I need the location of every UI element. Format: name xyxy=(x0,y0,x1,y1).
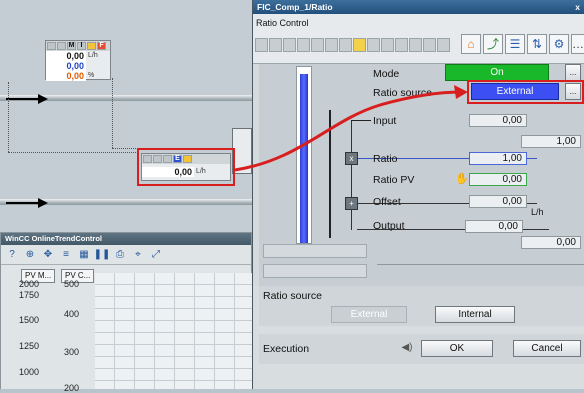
red-arrow-head xyxy=(454,85,468,99)
red-arrow xyxy=(234,90,463,172)
red-arrow-overlay xyxy=(234,85,468,172)
